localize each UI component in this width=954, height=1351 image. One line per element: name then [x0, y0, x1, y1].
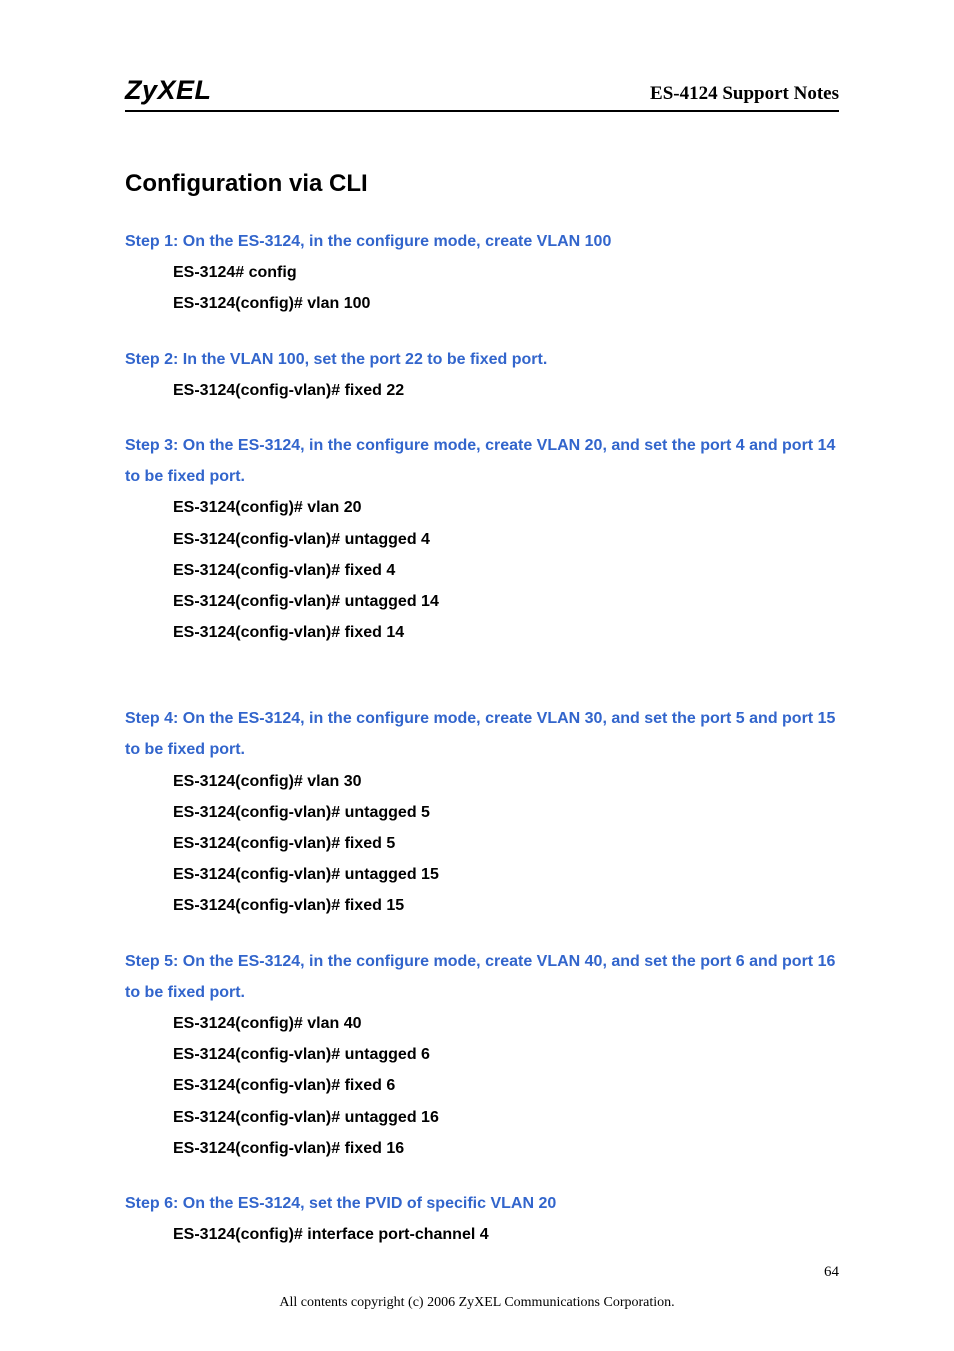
page-header: ZyXEL ES-4124 Support Notes	[125, 75, 839, 112]
steps-container: Step 1: On the ES-3124, in the configure…	[125, 226, 839, 1250]
cli-command: ES-3124(config-vlan)# untagged 6	[125, 1039, 839, 1070]
cli-command: ES-3124(config)# interface port-channel …	[125, 1219, 839, 1250]
cli-command: ES-3124(config-vlan)# fixed 6	[125, 1070, 839, 1101]
brand-logo-text: ZyXEL	[125, 75, 212, 106]
cli-command: ES-3124# config	[125, 257, 839, 288]
cli-command: ES-3124(config)# vlan 20	[125, 492, 839, 523]
cli-command: ES-3124(config)# vlan 100	[125, 288, 839, 319]
step-label: Step 6: On the ES-3124, set the PVID of …	[125, 1188, 839, 1219]
cli-command: ES-3124(config-vlan)# untagged 14	[125, 586, 839, 617]
cli-command: ES-3124(config-vlan)# fixed 14	[125, 617, 839, 648]
step-label: Step 3: On the ES-3124, in the configure…	[125, 430, 839, 492]
cli-command: ES-3124(config-vlan)# fixed 16	[125, 1133, 839, 1164]
step-block: Step 2: In the VLAN 100, set the port 22…	[125, 344, 839, 406]
cli-command: ES-3124(config)# vlan 40	[125, 1008, 839, 1039]
cli-command: ES-3124(config-vlan)# fixed 15	[125, 890, 839, 921]
step-block: Step 1: On the ES-3124, in the configure…	[125, 226, 839, 320]
cli-command: ES-3124(config-vlan)# untagged 16	[125, 1102, 839, 1133]
step-block: Step 3: On the ES-3124, in the configure…	[125, 430, 839, 648]
cli-command: ES-3124(config-vlan)# untagged 5	[125, 797, 839, 828]
cli-command: ES-3124(config-vlan)# fixed 5	[125, 828, 839, 859]
cli-command: ES-3124(config)# vlan 30	[125, 766, 839, 797]
cli-command: ES-3124(config-vlan)# fixed 4	[125, 555, 839, 586]
step-label: Step 2: In the VLAN 100, set the port 22…	[125, 344, 839, 375]
cli-command: ES-3124(config-vlan)# fixed 22	[125, 375, 839, 406]
step-label: Step 4: On the ES-3124, in the configure…	[125, 703, 839, 765]
step-block: Step 5: On the ES-3124, in the configure…	[125, 946, 839, 1164]
page-number: 64	[824, 1264, 839, 1281]
step-block: Step 6: On the ES-3124, set the PVID of …	[125, 1188, 839, 1250]
step-label: Step 1: On the ES-3124, in the configure…	[125, 226, 839, 257]
footer-copyright: All contents copyright (c) 2006 ZyXEL Co…	[0, 1295, 954, 1311]
cli-command: ES-3124(config-vlan)# untagged 4	[125, 524, 839, 555]
section-heading: Configuration via CLI	[125, 170, 839, 198]
step-label: Step 5: On the ES-3124, in the configure…	[125, 946, 839, 1008]
document-title: ES-4124 Support Notes	[650, 83, 839, 105]
cli-command: ES-3124(config-vlan)# untagged 15	[125, 859, 839, 890]
step-block: Step 4: On the ES-3124, in the configure…	[125, 703, 839, 921]
